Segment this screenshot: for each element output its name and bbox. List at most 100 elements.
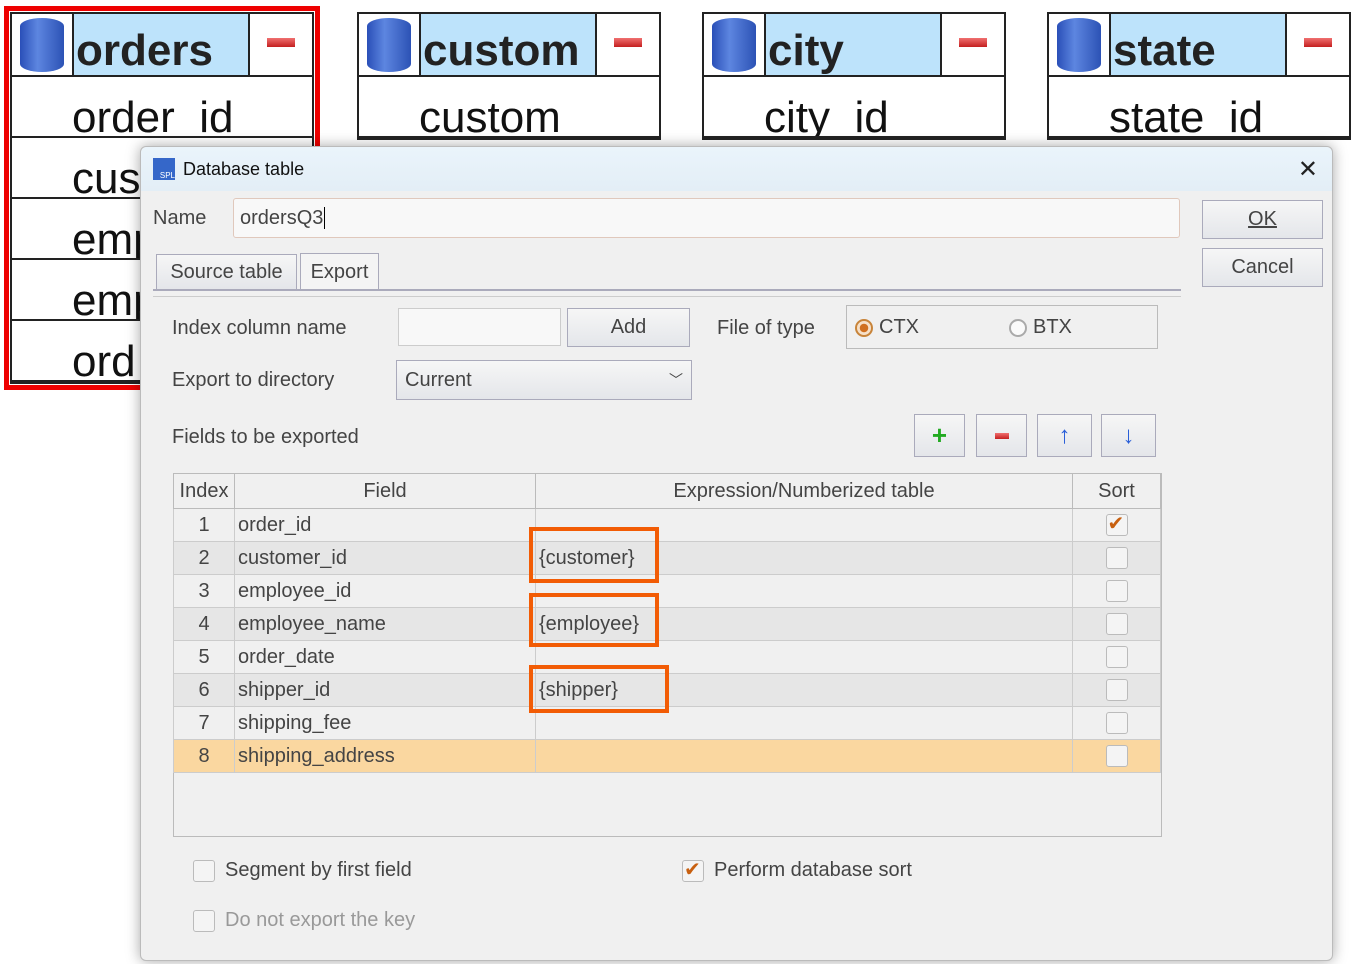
- highlight-shipper: [529, 665, 669, 713]
- database-icon: [1049, 14, 1111, 75]
- fields-label: Fields to be exported: [172, 426, 359, 448]
- add-field-button[interactable]: +: [914, 414, 965, 457]
- tab-divider: [153, 289, 1181, 297]
- database-icon: [704, 14, 766, 75]
- table-name: orders: [74, 14, 250, 75]
- file-type-group: CTX BTX: [846, 305, 1158, 349]
- row-index: 3: [173, 574, 235, 608]
- checkbox-checked-icon: [682, 857, 704, 882]
- collapse-button[interactable]: [942, 14, 1004, 75]
- table-card-city[interactable]: city city_id: [702, 12, 1006, 140]
- table-field[interactable]: custom: [359, 77, 659, 138]
- plus-icon: +: [931, 420, 948, 450]
- arrow-up-icon: ↑: [1058, 421, 1071, 449]
- checkbox-icon: [193, 909, 215, 932]
- table-row[interactable]: 8 shipping_address: [173, 739, 1161, 773]
- ok-button[interactable]: OK: [1202, 200, 1323, 239]
- row-field[interactable]: shipping_fee: [234, 706, 536, 740]
- tab-export[interactable]: Export: [300, 253, 379, 290]
- chevron-down-icon: ﹀: [669, 372, 683, 388]
- row-index: 5: [173, 640, 235, 674]
- row-index: 7: [173, 706, 235, 740]
- database-icon: [359, 14, 421, 75]
- close-icon[interactable]: ✕: [1298, 155, 1318, 184]
- highlight-customer: [529, 527, 659, 583]
- dialog-title: Database table: [183, 158, 305, 179]
- row-field[interactable]: employee_name: [234, 607, 536, 641]
- column-header-expression[interactable]: Expression/Numberized table: [535, 473, 1073, 509]
- checkbox-icon: [193, 859, 215, 882]
- name-input[interactable]: ordersQ3: [233, 198, 1180, 238]
- table-name: custom: [421, 14, 597, 75]
- row-index: 4: [173, 607, 235, 641]
- table-field[interactable]: order_id: [12, 77, 312, 138]
- sort-checkbox[interactable]: [1105, 547, 1128, 570]
- move-up-button[interactable]: ↑: [1037, 414, 1092, 457]
- collapse-button[interactable]: [250, 14, 312, 75]
- remove-field-button[interactable]: [976, 414, 1027, 457]
- index-column-input[interactable]: [398, 308, 561, 346]
- export-directory-select[interactable]: Current ﹀: [396, 360, 692, 400]
- add-button[interactable]: Add: [567, 308, 690, 347]
- index-column-label: Index column name: [172, 317, 347, 339]
- minus-icon: [614, 38, 642, 47]
- move-down-button[interactable]: ↓: [1101, 414, 1156, 457]
- row-index: 6: [173, 673, 235, 707]
- tab-source-table[interactable]: Source table: [156, 254, 297, 289]
- segment-checkbox[interactable]: Segment by first field: [193, 859, 412, 882]
- database-icon: [12, 14, 74, 75]
- file-type-label: File of type: [717, 317, 815, 339]
- row-index: 2: [173, 541, 235, 575]
- table-row[interactable]: 3 employee_id: [173, 574, 1161, 608]
- sort-checkbox[interactable]: [1105, 646, 1128, 669]
- row-field[interactable]: customer_id: [234, 541, 536, 575]
- title-bar: SPL Database table: [141, 147, 1332, 191]
- no-export-key-checkbox[interactable]: Do not export the key: [193, 909, 415, 932]
- sort-checkbox[interactable]: [1105, 580, 1128, 603]
- export-directory-label: Export to directory: [172, 369, 335, 391]
- row-field[interactable]: order_date: [234, 640, 536, 674]
- table-name: city: [766, 14, 942, 75]
- database-table-dialog: SPL Database table ✕ Name ordersQ3 OK Ca…: [140, 146, 1333, 961]
- collapse-button[interactable]: [597, 14, 659, 75]
- row-field[interactable]: shipper_id: [234, 673, 536, 707]
- column-header-index[interactable]: Index: [173, 473, 235, 509]
- row-field[interactable]: employee_id: [234, 574, 536, 608]
- sort-checkbox[interactable]: [1105, 679, 1128, 702]
- row-field[interactable]: shipping_address: [234, 739, 536, 773]
- row-expression[interactable]: [535, 739, 1073, 773]
- sort-checkbox[interactable]: [1105, 712, 1128, 735]
- cancel-button[interactable]: Cancel: [1202, 248, 1323, 287]
- table-card-state[interactable]: state state_id: [1047, 12, 1351, 140]
- app-icon: SPL: [153, 158, 175, 180]
- sort-checkbox[interactable]: [1105, 511, 1128, 537]
- minus-icon: [994, 432, 1009, 439]
- minus-icon: [1304, 38, 1332, 47]
- column-header-sort[interactable]: Sort: [1072, 473, 1161, 509]
- name-label: Name: [153, 207, 207, 229]
- radio-btx[interactable]: BTX: [1009, 316, 1072, 339]
- row-index: 1: [173, 508, 235, 542]
- table-row[interactable]: 2 customer_id {customer}: [173, 541, 1161, 575]
- table-card-custom[interactable]: custom custom: [357, 12, 661, 140]
- table-name: state: [1111, 14, 1287, 75]
- sort-checkbox[interactable]: [1105, 745, 1128, 768]
- arrow-down-icon: ↓: [1122, 421, 1135, 449]
- radio-unchecked-icon: [1009, 318, 1027, 337]
- collapse-button[interactable]: [1287, 14, 1349, 75]
- sort-checkbox[interactable]: [1105, 613, 1128, 636]
- table-row[interactable]: 4 employee_name {employee}: [173, 607, 1161, 641]
- radio-checked-icon: [855, 318, 873, 337]
- row-index: 8: [173, 739, 235, 773]
- highlight-employee: [529, 593, 659, 647]
- minus-icon: [267, 38, 295, 47]
- table-field[interactable]: state_id: [1049, 77, 1349, 138]
- radio-ctx[interactable]: CTX: [855, 316, 919, 339]
- column-header-field[interactable]: Field: [234, 473, 536, 509]
- table-row[interactable]: 1 order_id: [173, 508, 1161, 542]
- fields-table: Index Field Expression/Numberized table …: [173, 473, 1161, 773]
- database-sort-checkbox[interactable]: Perform database sort: [682, 857, 912, 882]
- table-field[interactable]: city_id: [704, 77, 1004, 138]
- minus-icon: [959, 38, 987, 47]
- row-field[interactable]: order_id: [234, 508, 536, 542]
